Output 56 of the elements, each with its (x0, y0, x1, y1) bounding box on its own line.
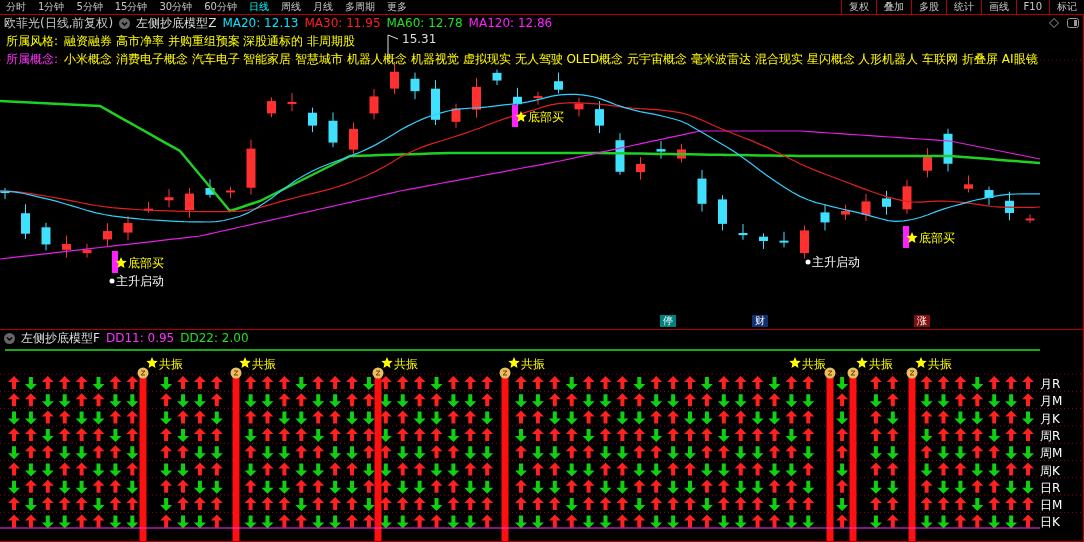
toolbar-button[interactable]: 统计 (945, 0, 981, 14)
indicator-value: DD22: 2.00 (180, 331, 249, 346)
concept-label: 所属概念: (6, 51, 59, 68)
buy-signal-label: 底部买 (128, 256, 164, 270)
event-badge[interactable]: 停 (660, 315, 676, 328)
resonance-label: 共振 (521, 357, 545, 372)
row-label: 月R (1040, 377, 1061, 392)
moving-average-value: MA30: 11.95 (304, 16, 381, 30)
style-label: 所属风格: (6, 33, 59, 50)
period-tab[interactable]: 15分钟 (108, 0, 154, 14)
resonance-label: 共振 (928, 357, 952, 372)
resonance-label: 共振 (394, 357, 418, 372)
period-tab[interactable]: 1分钟 (32, 0, 71, 14)
high-price-label: 15.31 (402, 32, 437, 46)
resonance-label: 共振 (802, 357, 826, 372)
period-tab[interactable]: 分时 (0, 0, 32, 14)
concept-tags: 小米概念 消费电子概念 汽车电子 智能家居 智慧城市 机器人概念 机器视觉 虚拟现实 无人驾驶 OLED概念 元宇宙概念 毫米波雷达 混合现实 星闪概念 人形机器人 车联网 折叠屏 AI眼镜 (64, 51, 1038, 68)
moving-average-value: MA20: 12.13 (222, 16, 299, 30)
row-label: 周R (1040, 429, 1061, 444)
toolbar-button[interactable]: 叠加 (875, 0, 911, 14)
period-tab[interactable]: 多周期 (338, 0, 381, 14)
toolbar-button[interactable]: 标记 (1049, 0, 1084, 14)
resonance-label: 共振 (869, 357, 893, 372)
start-signal-label: 主升启动 (116, 274, 164, 288)
row-label: 日M (1040, 498, 1063, 513)
indicator-name: 左侧抄底模型Z (136, 14, 217, 32)
period-tab[interactable]: 5分钟 (70, 0, 109, 14)
buy-signal-label: 底部买 (919, 231, 955, 245)
period-tab[interactable]: 月线 (306, 0, 339, 14)
toolbar-button[interactable]: 多股 (910, 0, 946, 14)
toolbar-button[interactable]: 复权 (840, 0, 876, 14)
period-tab[interactable]: 30分钟 (153, 0, 199, 14)
row-label: 日K (1040, 515, 1060, 530)
indicator-name: 左侧抄底模型F (21, 329, 100, 347)
moving-average-value: MA120: 12.86 (468, 16, 553, 30)
row-label: 日R (1040, 481, 1061, 496)
indicator-value: DD11: 0.95 (105, 331, 175, 346)
period-tab[interactable]: 周线 (274, 0, 307, 14)
buy-signal-label: 底部买 (528, 110, 564, 124)
resonance-label: 共振 (252, 357, 276, 372)
event-badge[interactable]: 涨 (914, 315, 930, 328)
row-label: 周K (1040, 463, 1060, 478)
style-tags: 融资融券 高市净率 并购重组预案 深股通标的 非周期股 (64, 33, 356, 50)
moving-average-value: MA60: 12.78 (386, 16, 463, 30)
toolbar-button[interactable]: F10 (1015, 0, 1049, 14)
period-tab[interactable]: 日线 (242, 0, 275, 14)
row-label: 周M (1040, 446, 1063, 461)
toolbar-button[interactable]: 画线 (980, 0, 1016, 14)
resonance-label: 共振 (159, 357, 183, 372)
row-label: 月M (1040, 394, 1063, 409)
period-tab[interactable]: 60分钟 (198, 0, 243, 14)
start-signal-label: 主升启动 (812, 255, 860, 269)
event-badge[interactable]: 财 (752, 315, 768, 328)
period-tab[interactable]: 更多 (380, 0, 413, 14)
stock-title: 欧菲光(日线,前复权) (4, 14, 114, 32)
row-label: 月K (1040, 412, 1060, 426)
